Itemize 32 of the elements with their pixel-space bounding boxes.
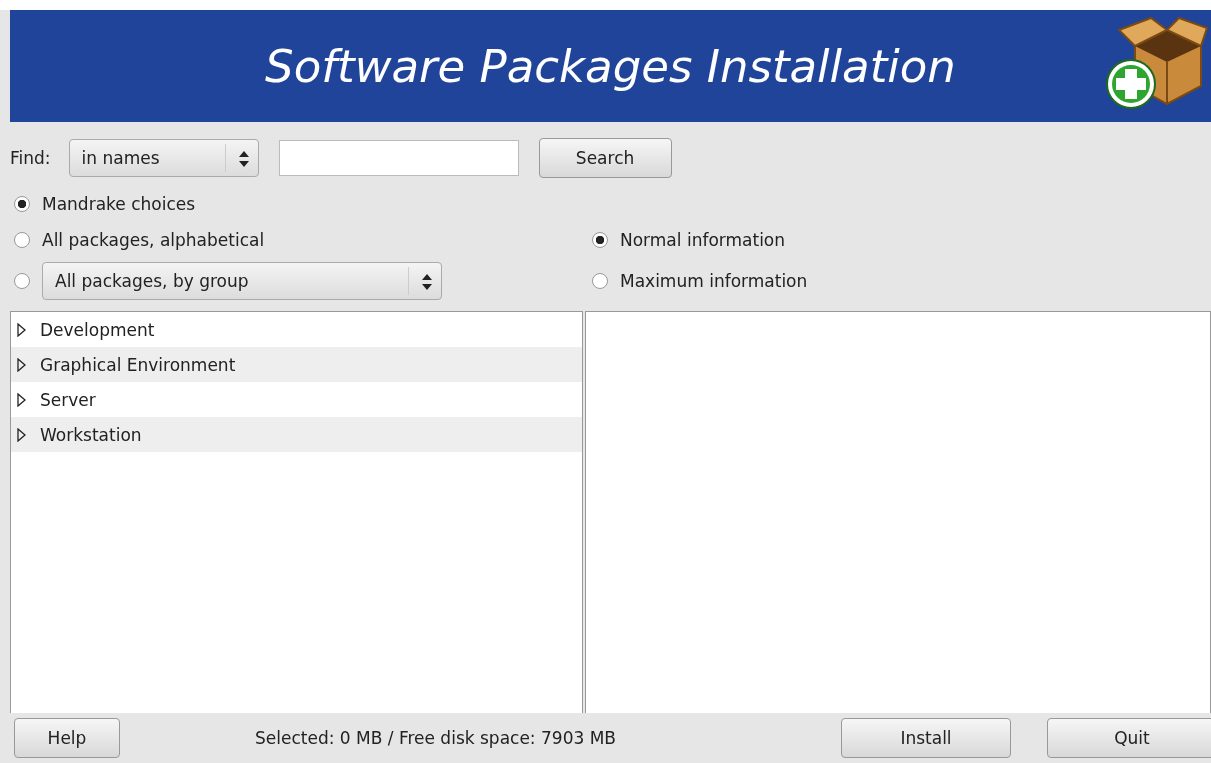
tree-item-label: Workstation [40,424,142,445]
search-button[interactable]: Search [538,138,672,178]
tree-item-label: Graphical Environment [40,354,236,375]
help-button[interactable]: Help [14,718,120,758]
find-label: Find: [10,148,51,168]
dropdown-arrows-icon [237,150,250,168]
install-button[interactable]: Install [841,718,1011,758]
tree-item[interactable]: Workstation [11,417,582,452]
tree-item-label: Server [40,389,96,410]
radio-label: Mandrake choices [42,194,196,214]
radio-button[interactable] [14,273,30,289]
radio-button[interactable] [14,232,30,248]
radio-button[interactable] [14,196,30,212]
collapsed-triangle-icon[interactable] [17,392,26,407]
find-scope-dropdown[interactable]: in names [68,139,259,177]
radio-label: All packages, alphabetical [42,230,265,250]
tree-item[interactable]: Graphical Environment [11,347,582,382]
search-field[interactable] [278,140,519,176]
tree-item-label: Development [40,319,155,340]
status-text: Selected: 0 MB / Free disk space: 7903 MB [254,728,617,748]
window-title: Software Packages Installation [265,39,956,93]
collapsed-triangle-icon[interactable] [17,322,26,337]
radio-label: Normal information [620,230,786,250]
package-add-icon [1105,16,1209,112]
quit-button[interactable]: Quit [1047,718,1211,758]
dropdown-arrows-icon [421,273,433,291]
collapsed-triangle-icon[interactable] [17,427,26,442]
group-dropdown[interactable]: All packages, by group [42,262,442,300]
collapsed-triangle-icon[interactable] [17,357,26,372]
radio-button[interactable] [592,273,608,289]
radio-button[interactable] [592,232,608,248]
radio-label: Maximum information [620,271,808,291]
